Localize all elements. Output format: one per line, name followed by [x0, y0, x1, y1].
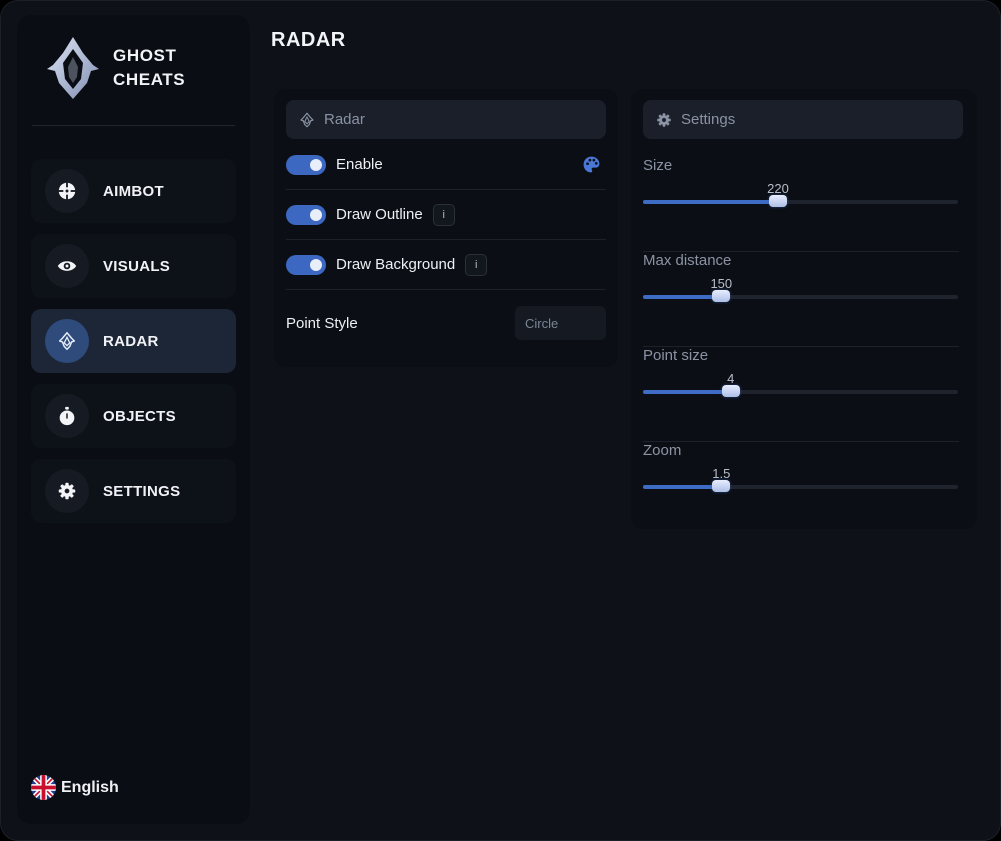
radar-icon	[45, 319, 89, 363]
info-button[interactable]: i	[432, 203, 455, 226]
settings-panel: Settings Size 220 Max distance 150 Point…	[631, 89, 977, 529]
zoom-value: 1.5	[712, 466, 731, 481]
sidebar: GHOST CHEATS AIMBOT VISUALS RADAR OBJECT…	[17, 15, 250, 824]
language-selector[interactable]: English	[31, 775, 119, 800]
page-title: RADAR	[271, 29, 346, 51]
slider-thumb[interactable]	[721, 385, 740, 397]
radar-panel-header: Radar	[286, 100, 606, 139]
sidebar-item-radar[interactable]: RADAR	[31, 309, 236, 373]
logo-line-2: CHEATS	[113, 70, 186, 89]
app-window: GHOST CHEATS AIMBOT VISUALS RADAR OBJECT…	[0, 0, 1001, 841]
point-size-slider: Point size 4	[643, 347, 959, 442]
draw-outline-row: Draw Outline i	[286, 190, 606, 240]
slider-track[interactable]	[643, 385, 958, 397]
point-style-select[interactable]: Circle	[515, 306, 606, 340]
sidebar-item-label: OBJECTS	[103, 407, 176, 425]
draw-background-toggle[interactable]	[286, 254, 326, 275]
sidebar-item-label: SETTINGS	[103, 482, 181, 500]
zoom-slider: Zoom 1.5	[643, 442, 959, 537]
sidebar-item-visuals[interactable]: VISUALS	[31, 234, 236, 298]
logo-line-1: GHOST	[113, 46, 177, 65]
sidebar-item-aimbot[interactable]: AIMBOT	[31, 159, 236, 223]
gear-icon	[45, 469, 89, 513]
palette-icon[interactable]	[582, 155, 601, 174]
sidebar-divider	[32, 125, 235, 126]
slider-fill	[643, 485, 722, 489]
gear-icon	[657, 112, 671, 127]
slider-fill	[643, 390, 731, 394]
ghost-hood-icon	[47, 37, 99, 99]
point-style-label: Point Style	[286, 314, 358, 332]
slider-track[interactable]	[643, 195, 958, 207]
brand-logo: GHOST CHEATS	[43, 35, 185, 101]
uk-flag-icon	[31, 775, 56, 800]
enable-toggle[interactable]	[286, 154, 326, 175]
toggle-knob	[310, 158, 322, 171]
settings-panel-title: Settings	[681, 111, 736, 128]
slider-fill	[643, 200, 778, 204]
sidebar-nav: AIMBOT VISUALS RADAR OBJECTS SETTINGS	[31, 159, 236, 534]
size-label: Size	[643, 157, 673, 174]
radar-panel: Radar Enable Draw Outline i Draw Backgro…	[274, 89, 618, 367]
slider-thumb[interactable]	[712, 480, 731, 492]
eye-icon	[45, 244, 89, 288]
enable-row: Enable	[286, 140, 606, 190]
point-style-row: Point Style Circle	[286, 298, 606, 348]
stopwatch-icon	[45, 394, 89, 438]
max-distance-label: Max distance	[643, 252, 732, 269]
draw-background-row: Draw Background i	[286, 240, 606, 290]
slider-track[interactable]	[643, 290, 958, 302]
zoom-label: Zoom	[643, 442, 682, 459]
draw-background-label: Draw Background	[336, 256, 456, 273]
toggle-knob	[310, 208, 322, 221]
draw-outline-toggle[interactable]	[286, 204, 326, 225]
size-slider: Size 220	[643, 157, 959, 252]
max-distance-value: 150	[710, 276, 733, 291]
draw-outline-label: Draw Outline	[336, 206, 423, 223]
radar-icon	[300, 112, 314, 127]
language-label: English	[61, 778, 119, 796]
toggle-knob	[310, 258, 322, 271]
point-size-label: Point size	[643, 347, 709, 364]
slider-fill	[643, 295, 722, 299]
sidebar-item-label: AIMBOT	[103, 182, 164, 200]
sidebar-item-settings[interactable]: SETTINGS	[31, 459, 236, 523]
slider-track[interactable]	[643, 480, 958, 492]
max-distance-slider: Max distance 150	[643, 252, 959, 347]
enable-label: Enable	[336, 156, 383, 173]
settings-panel-header: Settings	[643, 100, 963, 139]
sidebar-item-label: RADAR	[103, 332, 159, 350]
point-size-value: 4	[727, 371, 735, 386]
crosshair-icon	[45, 169, 89, 213]
slider-thumb[interactable]	[712, 290, 731, 302]
slider-thumb[interactable]	[769, 195, 787, 207]
sidebar-item-label: VISUALS	[103, 257, 171, 275]
radar-panel-title: Radar	[324, 111, 365, 128]
sidebar-item-objects[interactable]: OBJECTS	[31, 384, 236, 448]
size-value: 220	[767, 181, 789, 196]
info-button[interactable]: i	[465, 253, 488, 276]
